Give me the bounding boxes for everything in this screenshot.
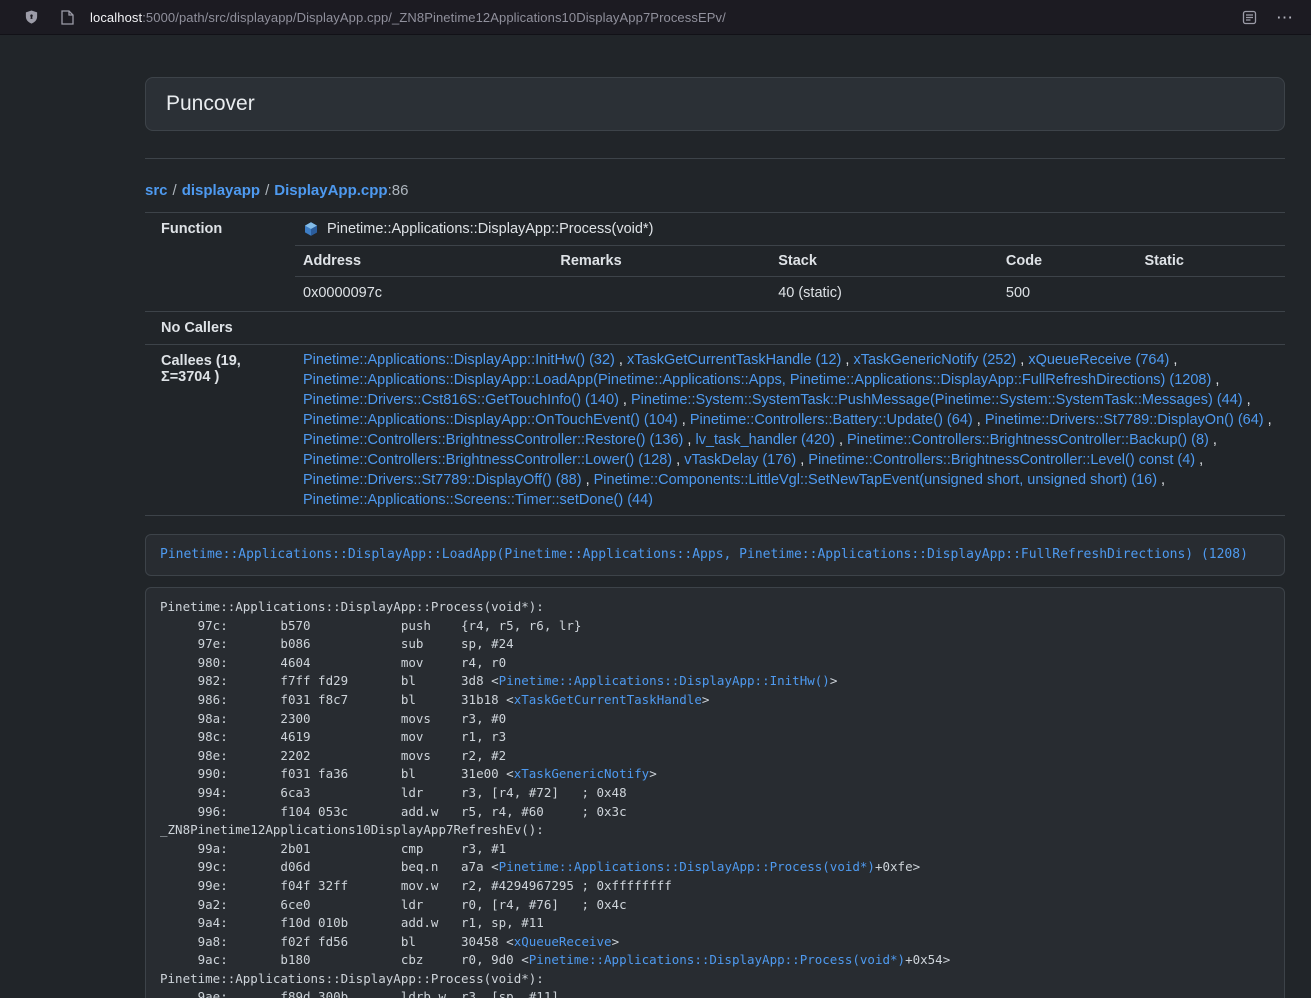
callee-link[interactable]: xTaskGetCurrentTaskHandle (12) (627, 352, 841, 368)
no-callers-label: No Callers (145, 312, 295, 345)
asm-symbol-link[interactable]: xTaskGetCurrentTaskHandle (514, 692, 702, 707)
browser-toolbar: localhost:5000/path/src/displayapp/Displ… (0, 0, 1311, 35)
stats-table: AddressRemarksStackCodeStatic 0x0000097c… (295, 245, 1285, 311)
callee-link[interactable]: Pinetime::Components::LittleVgl::SetNewT… (594, 472, 1157, 488)
callee-link[interactable]: Pinetime::Applications::DisplayApp::OnTo… (303, 412, 678, 428)
callee-link[interactable]: Pinetime::Drivers::St7789::DisplayOff() … (303, 472, 582, 488)
callee-separator: , (1209, 432, 1217, 448)
callee-separator: , (615, 352, 627, 368)
callee-separator: , (582, 472, 594, 488)
callee-separator: , (1211, 372, 1219, 388)
stats-header-row: AddressRemarksStackCodeStatic (295, 246, 1285, 277)
stats-value-row: 0x0000097c 40 (static)500 (295, 277, 1285, 312)
function-row: Function Pinetime::Applications::Display… (145, 213, 1285, 246)
url-host: localhost (90, 10, 142, 25)
disassembly-box: Pinetime::Applications::DisplayApp::Proc… (145, 587, 1285, 998)
callee-separator: , (1264, 412, 1272, 428)
stats-cell (552, 277, 770, 312)
stats-column-header: Address (295, 246, 552, 277)
breadcrumb-link-src[interactable]: src (145, 182, 168, 199)
callee-separator: , (672, 452, 684, 468)
callee-link[interactable]: Pinetime::Drivers::Cst816S::GetTouchInfo… (303, 392, 619, 408)
stats-cell: 0x0000097c (295, 277, 552, 312)
assembly-pre: Pinetime::Applications::DisplayApp::Proc… (160, 598, 1270, 998)
asm-symbol-link[interactable]: Pinetime::Applications::DisplayApp::Proc… (529, 952, 905, 967)
function-type-icon (303, 221, 319, 237)
breadcrumb-separator: / (168, 182, 182, 199)
callee-link[interactable]: Pinetime::Controllers::BrightnessControl… (847, 432, 1209, 448)
callee-separator: , (1016, 352, 1028, 368)
shield-icon[interactable] (18, 4, 44, 30)
stats-row: AddressRemarksStackCodeStatic 0x0000097c… (145, 245, 1285, 312)
callers-row: No Callers (145, 312, 1285, 345)
stats-column-header: Remarks (552, 246, 770, 277)
function-name: Pinetime::Applications::DisplayApp::Proc… (327, 221, 653, 237)
stats-cell: 500 (998, 277, 1137, 312)
callees-label: Callees (19, Σ=3704 ) (145, 345, 295, 516)
highlighted-symbol-link[interactable]: Pinetime::Applications::DisplayApp::Load… (160, 547, 1248, 562)
callee-separator: , (1195, 452, 1203, 468)
function-label: Function (145, 213, 295, 246)
callee-separator: , (1169, 352, 1177, 368)
callee-separator: , (683, 432, 695, 448)
page-title: Puncover (166, 92, 1264, 116)
breadcrumb-line-number: :86 (388, 182, 409, 199)
callees-row: Callees (19, Σ=3704 ) Pinetime::Applicat… (145, 345, 1285, 516)
page-info-icon[interactable] (54, 4, 80, 30)
callees-list: Pinetime::Applications::DisplayApp::Init… (295, 345, 1285, 516)
divider (145, 158, 1285, 159)
callee-separator: , (678, 412, 690, 428)
browser-menu-icon[interactable]: ⋯ (1272, 9, 1297, 26)
asm-symbol-link[interactable]: xQueueReceive (514, 934, 612, 949)
highlighted-symbol-box: Pinetime::Applications::DisplayApp::Load… (145, 534, 1285, 576)
callee-link[interactable]: Pinetime::Applications::DisplayApp::Init… (303, 352, 615, 368)
callee-separator: , (619, 392, 631, 408)
callee-link[interactable]: Pinetime::Applications::DisplayApp::Load… (303, 372, 1211, 388)
callee-link[interactable]: Pinetime::Applications::Screens::Timer::… (303, 492, 653, 508)
stats-cell: 40 (static) (770, 277, 998, 312)
stats-column-header: Static (1136, 246, 1285, 277)
asm-symbol-link[interactable]: Pinetime::Applications::DisplayApp::Proc… (499, 859, 875, 874)
callee-separator: , (835, 432, 847, 448)
asm-symbol-link[interactable]: Pinetime::Applications::DisplayApp::Init… (499, 673, 830, 688)
url-path: :5000/path/src/displayapp/DisplayApp.cpp… (142, 10, 726, 25)
callee-link[interactable]: Pinetime::Controllers::Battery::Update()… (690, 412, 973, 428)
app-header: Puncover (145, 77, 1285, 131)
page-content: Puncover src/displayapp/DisplayApp.cpp:8… (145, 77, 1285, 998)
breadcrumb-link-file[interactable]: DisplayApp.cpp (274, 182, 387, 199)
callee-link[interactable]: lv_task_handler (420) (695, 432, 834, 448)
stats-column-header: Stack (770, 246, 998, 277)
callee-link[interactable]: Pinetime::System::SystemTask::PushMessag… (631, 392, 1243, 408)
url-bar[interactable]: localhost:5000/path/src/displayapp/Displ… (90, 10, 1226, 25)
stats-column-header: Code (998, 246, 1137, 277)
asm-symbol-link[interactable]: xTaskGenericNotify (514, 766, 649, 781)
callee-link[interactable]: Pinetime::Controllers::BrightnessControl… (808, 452, 1195, 468)
callee-separator: , (973, 412, 985, 428)
callee-link[interactable]: xQueueReceive (764) (1028, 352, 1169, 368)
breadcrumb-link-displayapp[interactable]: displayapp (182, 182, 260, 199)
callee-link[interactable]: Pinetime::Drivers::St7789::DisplayOn() (… (985, 412, 1264, 428)
callee-separator: , (1243, 392, 1251, 408)
callee-link[interactable]: Pinetime::Controllers::BrightnessControl… (303, 452, 672, 468)
reader-mode-icon[interactable] (1236, 4, 1262, 30)
callee-separator: , (796, 452, 808, 468)
stats-cell (1136, 277, 1285, 312)
callee-separator: , (1157, 472, 1165, 488)
callee-link[interactable]: Pinetime::Controllers::BrightnessControl… (303, 432, 683, 448)
breadcrumb: src/displayapp/DisplayApp.cpp:86 (145, 182, 1285, 199)
breadcrumb-separator: / (260, 182, 274, 199)
symbol-table: Function Pinetime::Applications::Display… (145, 212, 1285, 516)
callee-separator: , (841, 352, 853, 368)
callee-link[interactable]: vTaskDelay (176) (684, 452, 796, 468)
callee-link[interactable]: xTaskGenericNotify (252) (853, 352, 1016, 368)
